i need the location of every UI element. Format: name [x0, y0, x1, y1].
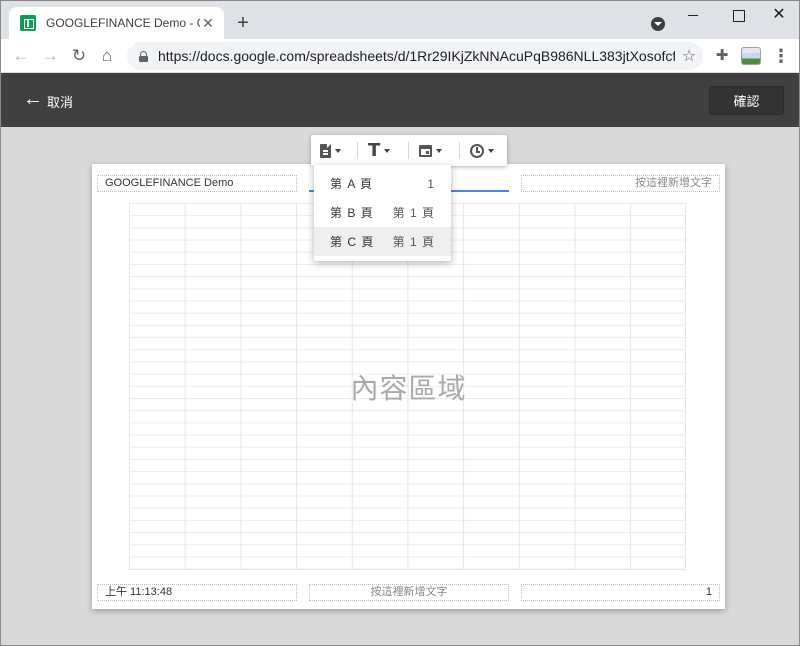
menu-item-page-b[interactable]: 第 B 頁 第 1 頁: [314, 198, 451, 227]
back-arrow-icon[interactable]: ←: [10, 45, 32, 67]
menu-item-label: 第 C 頁: [330, 235, 375, 249]
lock-icon[interactable]: [139, 50, 148, 62]
toolbar-divider: [408, 142, 409, 159]
browser-tab[interactable]: GOOGLEFINANCE Demo - Goo ✕: [9, 7, 224, 39]
menu-item-label: 第 A 頁: [330, 177, 374, 191]
bookmark-star-icon[interactable]: ☆: [675, 46, 703, 66]
page-number-icon: [320, 144, 331, 158]
kebab-menu-icon[interactable]: ⋮: [772, 45, 790, 67]
extensions-puzzle-icon[interactable]: ✚: [713, 47, 731, 65]
content-area-label: 內容區域: [350, 373, 467, 404]
maximize-button[interactable]: [722, 5, 754, 25]
close-window-button[interactable]: ✕: [763, 5, 795, 25]
tab-strip: GOOGLEFINANCE Demo - Goo ✕ + ✕: [1, 1, 799, 39]
date-dropdown[interactable]: [419, 141, 442, 161]
sheets-favicon-icon: [20, 15, 36, 31]
cancel-button[interactable]: 取消: [47, 92, 73, 111]
extension-calendar-icon[interactable]: [741, 47, 761, 65]
new-tab-button[interactable]: +: [233, 13, 253, 33]
app-header: ← 取消 確認: [1, 73, 799, 127]
reload-icon[interactable]: ↻: [68, 45, 90, 67]
chevron-down-icon: [488, 149, 494, 153]
forward-arrow-icon[interactable]: →: [39, 45, 61, 67]
tab-close-icon[interactable]: ✕: [200, 15, 216, 31]
chevron-down-icon: [335, 149, 341, 153]
page-number-menu: 第 A 頁 1 第 B 頁 第 1 頁 第 C 頁 第 1 頁: [314, 165, 451, 261]
browser-toolbar: ← → ↻ ⌂ https://docs.google.com/spreadsh…: [1, 39, 799, 73]
page-number-dropdown[interactable]: [320, 141, 341, 161]
text-format-dropdown[interactable]: T: [368, 140, 391, 161]
header-left-field[interactable]: GOOGLEFINANCE Demo: [97, 175, 297, 192]
chevron-down-icon: [384, 149, 391, 153]
browser-window: GOOGLEFINANCE Demo - Goo ✕ + ✕ ← → ↻ ⌂ h…: [0, 0, 800, 646]
menu-item-value: 第 1 頁: [392, 206, 435, 220]
confirm-button[interactable]: 確認: [709, 86, 784, 115]
menu-item-page-c[interactable]: 第 C 頁 第 1 頁: [314, 227, 451, 256]
toolbar-divider: [357, 142, 358, 159]
calendar-icon: [419, 145, 432, 157]
tab-search-icon[interactable]: [651, 17, 665, 31]
tab-title: GOOGLEFINANCE Demo - Goo: [46, 16, 200, 30]
address-bar[interactable]: https://docs.google.com/spreadsheets/d/1…: [127, 42, 703, 70]
time-dropdown[interactable]: [470, 141, 494, 161]
footer-right-field[interactable]: 1: [521, 584, 720, 601]
home-icon[interactable]: ⌂: [96, 45, 118, 67]
menu-item-label: 第 B 頁: [330, 206, 374, 220]
clock-icon: [470, 144, 484, 158]
chevron-down-icon: [436, 149, 442, 153]
insert-toolbar: T: [311, 135, 507, 166]
footer-center-field[interactable]: 按這裡新增文字: [309, 584, 509, 601]
footer-left-field[interactable]: 上午 11:13:48: [97, 584, 297, 601]
minimize-button[interactable]: [677, 5, 709, 25]
menu-item-value: 第 1 頁: [392, 235, 435, 249]
back-arrow-icon[interactable]: ←: [23, 89, 43, 109]
header-right-field[interactable]: 按這裡新增文字: [521, 175, 720, 192]
text-format-icon: T: [368, 140, 381, 161]
url-text[interactable]: https://docs.google.com/spreadsheets/d/1…: [158, 48, 675, 64]
toolbar-divider: [459, 142, 460, 159]
menu-item-page-a[interactable]: 第 A 頁 1: [314, 169, 451, 198]
menu-item-value: 1: [427, 176, 435, 191]
